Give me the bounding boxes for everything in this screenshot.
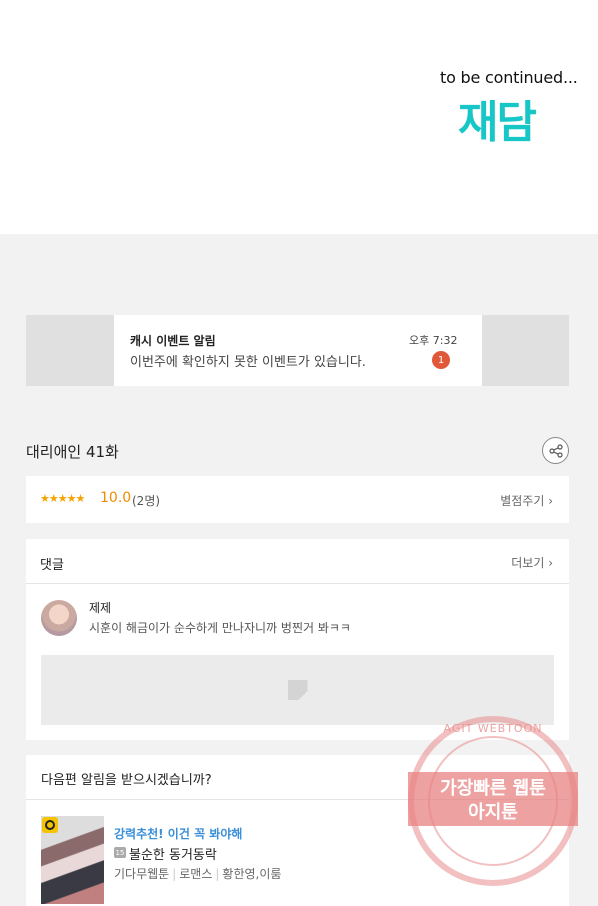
comments-header: 댓글 더보기 › xyxy=(26,539,569,584)
recommend-authors: 황한영,이룸 xyxy=(222,867,282,881)
notification-banner[interactable]: 캐시 이벤트 알림 오후 7:32 이번주에 확인하지 못한 이벤트가 있습니다… xyxy=(26,315,569,386)
rating-panel: ★★★★★ 10.0 (2명) 별점주기 › xyxy=(26,476,569,523)
notification-message: 이번주에 확인하지 못한 이벤트가 있습니다. xyxy=(130,355,366,370)
comment-username: 제제 xyxy=(89,601,112,615)
recommend-type: 기다무웹툰 xyxy=(114,867,170,881)
next-episode-question: 다음편 알림을 받으시겠습니까? xyxy=(41,773,212,788)
episode-title: 대리애인 41화 xyxy=(26,443,119,461)
age-rating-badge: 15 xyxy=(114,847,126,858)
clock-icon xyxy=(42,817,58,833)
rate-button[interactable]: 별점주기 › xyxy=(500,492,553,509)
notification-title: 캐시 이벤트 알림 xyxy=(130,334,216,348)
recommend-thumbnail[interactable] xyxy=(41,816,104,904)
rating-count: (2명) xyxy=(132,494,161,508)
comment-text: 시훈이 해금이가 순수하게 만나자니까 벙찐거 봐ㅋㅋ xyxy=(89,621,351,635)
recommend-meta: 기다무웹툰 | 로맨스 | 황한영,이룸 xyxy=(114,867,282,881)
notification-time: 오후 7:32 xyxy=(409,334,458,347)
watermark-top-text: AGIT WEBTOON xyxy=(443,722,543,735)
rating-score: 10.0 xyxy=(100,490,132,506)
comments-section: 댓글 더보기 › 제제 시훈이 해금이가 순수하게 만나자니까 벙찐거 봐ㅋㅋ xyxy=(26,539,569,740)
recommend-genre: 로맨스 xyxy=(179,867,213,881)
watermark-line2: 아지툰 xyxy=(468,802,518,823)
image-placeholder-icon xyxy=(287,680,308,700)
share-button[interactable] xyxy=(542,437,569,464)
recommend-title[interactable]: 불순한 동거동락 xyxy=(129,844,217,863)
rating-stars: ★★★★★ xyxy=(40,492,85,505)
episode-end-panel: to be continued... 재담 xyxy=(0,0,598,234)
notification-card[interactable]: 캐시 이벤트 알림 오후 7:32 이번주에 확인하지 못한 이벤트가 있습니다… xyxy=(114,315,482,386)
comments-more-link[interactable]: 더보기 › xyxy=(511,554,553,571)
watermark-line1: 가장빠른 웹툰 xyxy=(440,778,546,799)
comments-title: 댓글 xyxy=(40,558,64,573)
share-icon xyxy=(548,443,563,458)
to-be-continued-text: to be continued... xyxy=(440,68,578,87)
brand-logo: 재담 xyxy=(458,97,537,148)
recommend-label: 강력추천! 이건 꼭 봐야해 xyxy=(114,827,243,841)
comment-image-placeholder[interactable] xyxy=(41,655,554,725)
avatar xyxy=(41,600,77,636)
notification-count-badge: 1 xyxy=(432,351,450,369)
